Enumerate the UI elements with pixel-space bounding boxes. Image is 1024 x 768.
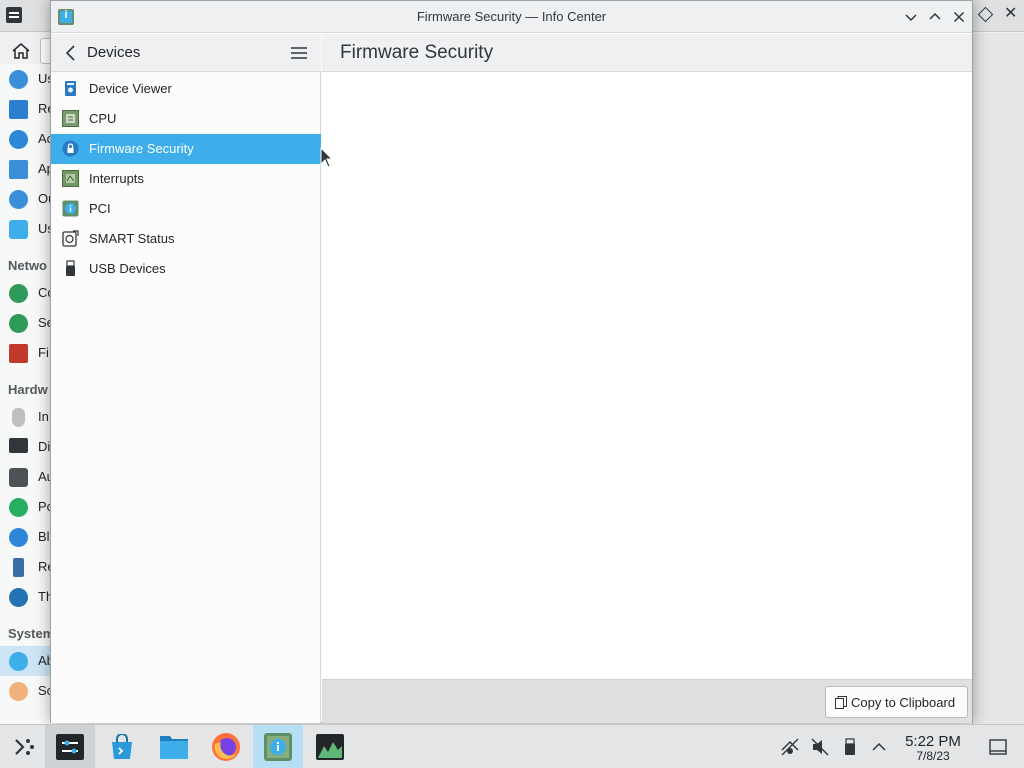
folder-icon [160, 736, 188, 759]
firefox-icon [212, 733, 240, 761]
system-settings-icon [6, 7, 22, 23]
system-monitor-icon [316, 734, 344, 760]
sidebar-item-pci[interactable]: PCI [51, 194, 321, 224]
bg-category-system: System [8, 626, 55, 641]
settings-globe-icon [9, 314, 28, 333]
taskbar-system-settings[interactable] [45, 725, 95, 768]
bg-category-hardware: Hardw [8, 382, 48, 397]
copy-to-clipboard-button[interactable]: Copy to Clipboard [825, 686, 968, 718]
sidebar-item-smart-status[interactable]: SMART Status [51, 224, 321, 254]
removable-device-icon[interactable] [840, 737, 860, 757]
cpu-chip-icon [62, 110, 79, 127]
taskbar-discover[interactable] [97, 725, 147, 768]
network-disconnected-icon[interactable] [780, 737, 800, 757]
sidebar-item-interrupts[interactable]: Interrupts [51, 164, 321, 194]
sidebar-title: Devices [87, 44, 141, 61]
sidebar-item-usb-devices[interactable]: USB Devices [51, 254, 321, 284]
audio-icon [9, 468, 28, 487]
discover-bag-icon [112, 734, 132, 759]
launcher-icon [15, 739, 34, 755]
disk-health-icon [62, 230, 79, 247]
firewall-icon [9, 344, 28, 363]
copy-icon [835, 696, 847, 709]
remote-desktop-icon [9, 100, 28, 119]
software-update-icon [9, 682, 28, 701]
info-center-icon [264, 733, 292, 761]
feedback-icon [9, 220, 28, 239]
background-content-area [972, 33, 1024, 724]
show-desktop-icon[interactable] [988, 737, 1008, 757]
mouse-icon [12, 408, 25, 427]
sidebar-item-device-viewer[interactable]: Device Viewer [51, 74, 321, 104]
system-settings-icon [56, 734, 84, 760]
usb-stick-icon [66, 260, 75, 276]
lock-shield-icon [62, 140, 79, 157]
pci-info-icon [62, 200, 79, 217]
clock-date[interactable]: 7/8/23 [895, 749, 971, 763]
applications-icon [9, 160, 28, 179]
content-header: Firmware Security [322, 34, 972, 72]
thunderbolt-icon [9, 588, 28, 607]
window-title: Firmware Security — Info Center [416, 9, 607, 24]
online-accounts-icon [9, 190, 28, 209]
application-launcher-button[interactable] [0, 725, 50, 768]
bg-category-network: Netwo [8, 258, 47, 273]
minimize-icon[interactable] [901, 7, 921, 27]
background-close-icon[interactable]: ✕ [1004, 6, 1017, 22]
taskbar-system-monitor[interactable] [305, 725, 355, 768]
taskbar: 5:22 PM 7/8/23 [0, 724, 1024, 768]
close-icon[interactable] [949, 7, 969, 27]
info-center-window: Firmware Security — Info Center Devices … [50, 0, 973, 723]
page-title: Firmware Security [340, 42, 494, 63]
connections-icon [9, 284, 28, 303]
removable-storage-icon [13, 558, 24, 577]
power-icon [9, 498, 28, 517]
firmware-security-content [322, 73, 972, 679]
sidebar-header: Devices [51, 34, 321, 72]
clock-time[interactable]: 5:22 PM [895, 733, 971, 750]
bluetooth-icon [9, 528, 28, 547]
taskbar-dolphin-files[interactable] [149, 725, 199, 768]
home-icon[interactable] [11, 42, 31, 60]
window-titlebar[interactable]: Firmware Security — Info Center [51, 1, 972, 33]
display-icon [9, 438, 28, 453]
keep-above-icon[interactable] [977, 6, 994, 23]
sidebar-item-firmware-security[interactable]: Firmware Security [51, 134, 321, 164]
mouse-cursor-icon [320, 147, 334, 168]
taskbar-info-center[interactable] [253, 725, 303, 768]
devices-sidebar: Devices Device Viewer CPU Firmware Secur… [51, 34, 321, 723]
content-footer: Copy to Clipboard [322, 679, 972, 723]
sidebar-item-cpu[interactable]: CPU [51, 104, 321, 134]
about-info-icon [9, 652, 28, 671]
volume-muted-icon[interactable] [810, 737, 830, 757]
accessibility-icon [9, 130, 28, 149]
users-icon [9, 70, 28, 89]
show-hidden-icons-chevron-up-icon[interactable] [869, 737, 889, 757]
taskbar-firefox[interactable] [201, 725, 251, 768]
back-arrow-icon[interactable] [61, 43, 81, 63]
hamburger-menu-icon[interactable] [289, 44, 309, 62]
interrupts-chip-icon [62, 170, 79, 187]
device-viewer-icon [65, 81, 76, 96]
maximize-icon[interactable] [925, 7, 945, 27]
